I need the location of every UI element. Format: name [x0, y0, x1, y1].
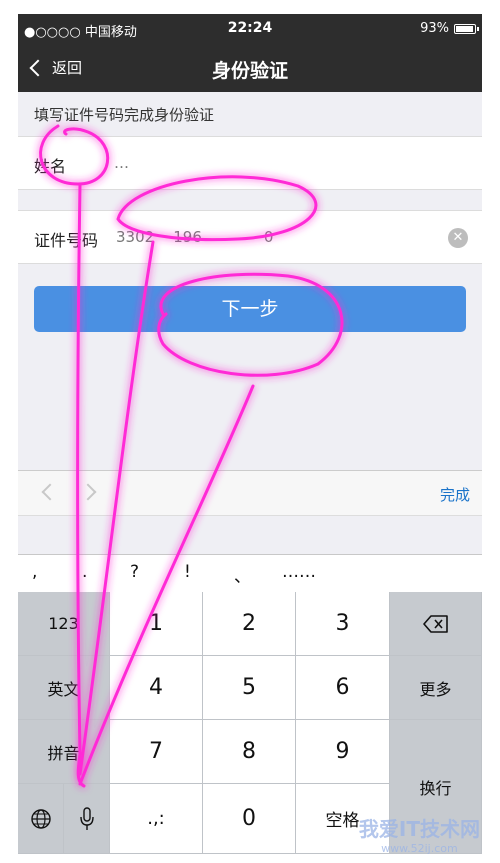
key-9[interactable]: 9 — [296, 720, 390, 784]
id-number-label: 证件号码 — [34, 231, 99, 250]
candidate-comma[interactable]: , — [32, 562, 37, 582]
key-more[interactable]: 更多 — [390, 656, 482, 720]
key-4[interactable]: 4 — [110, 656, 203, 720]
battery-percent: 93% — [420, 21, 449, 36]
id-number-field[interactable]: 证件号码 3302 196 0 ✕ — [18, 210, 482, 264]
next-button[interactable]: 下一步 — [34, 286, 466, 332]
candidate-ellipsis[interactable]: …… — [282, 562, 316, 582]
status-bar: ●○○○○ 中国移动 22:24 93% — [18, 14, 482, 44]
mic-key[interactable] — [64, 784, 110, 854]
key-8[interactable]: 8 — [203, 720, 296, 784]
done-button[interactable]: 完成 — [440, 484, 470, 505]
candidate-period[interactable]: . — [82, 562, 87, 582]
name-field[interactable]: 姓名 … — [18, 136, 482, 190]
page-title: 身份验证 — [211, 60, 288, 82]
id-number-input[interactable]: 3302 196 0 — [116, 228, 273, 246]
key-5[interactable]: 5 — [203, 656, 296, 720]
key-0[interactable]: 0 — [203, 784, 296, 854]
key-1[interactable]: 1 — [110, 592, 203, 656]
candidate-exclaim[interactable]: ! — [184, 562, 191, 582]
key-7[interactable]: 7 — [110, 720, 203, 784]
battery-status: 93% — [420, 21, 479, 36]
watermark-url: www.52ij.com — [381, 842, 458, 855]
globe-key[interactable] — [18, 784, 64, 854]
name-input[interactable]: … — [114, 154, 129, 172]
key-123[interactable]: 123 — [18, 592, 110, 656]
key-pinyin[interactable]: 拼音 — [18, 720, 110, 784]
delete-key[interactable] — [390, 592, 482, 656]
form-instruction: 填写证件号码完成身份验证 — [34, 106, 215, 124]
clear-icon[interactable]: ✕ — [448, 228, 468, 248]
key-2[interactable]: 2 — [203, 592, 296, 656]
phone-screen: ●○○○○ 中国移动 22:24 93% 返回 身份验证 填写证件号码完成身份验… — [18, 14, 482, 854]
key-punctuation[interactable]: .,: — [110, 784, 203, 854]
key-3[interactable]: 3 — [296, 592, 390, 656]
battery-icon — [454, 23, 479, 34]
status-time: 22:24 — [227, 20, 273, 36]
name-label: 姓名 — [34, 157, 67, 176]
next-field-icon[interactable] — [79, 483, 97, 501]
keyboard-accessory-bar: 完成 — [18, 470, 482, 516]
candidate-bar: , . ? ! 、 …… — [18, 554, 482, 592]
candidate-pause-mark[interactable]: 、 — [234, 562, 251, 587]
globe-icon — [30, 808, 51, 829]
key-english[interactable]: 英文 — [18, 656, 110, 720]
navigation-bar: 返回 身份验证 — [18, 44, 482, 92]
previous-field-icon[interactable] — [41, 483, 59, 501]
watermark-text: 我爱IT技术网 — [358, 817, 480, 841]
microphone-icon — [79, 806, 94, 830]
backspace-icon — [422, 614, 448, 633]
key-6[interactable]: 6 — [296, 656, 390, 720]
candidate-question[interactable]: ? — [130, 562, 139, 582]
watermark: 我爱IT技术网 www.52ij.com — [359, 813, 480, 855]
